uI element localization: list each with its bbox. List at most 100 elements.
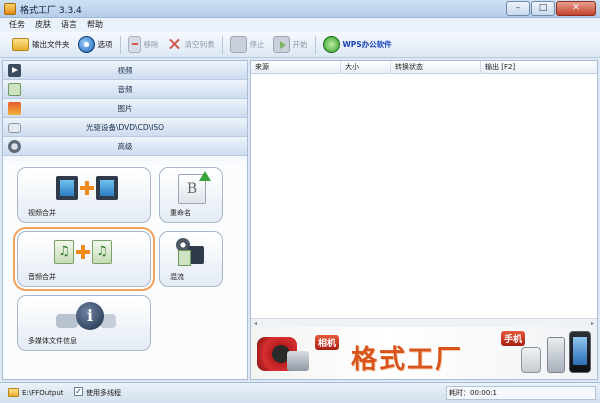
column-status[interactable]: 转换状态	[391, 61, 481, 74]
info-icon: i	[76, 302, 104, 330]
camera-icon	[287, 351, 309, 371]
category-video[interactable]: 视频	[3, 61, 247, 80]
info-art: i	[56, 302, 116, 332]
multithread-label: 使用多线程	[86, 389, 121, 397]
toolbar: 输出文件夹 选项 移除 清空列表 停止 开始 WPS办公软件	[0, 32, 600, 58]
category-disc[interactable]: 光驱设备\DVD\CD\ISO	[3, 118, 247, 137]
scroll-left-icon[interactable]: ◂	[252, 320, 259, 327]
audio-merge-tile[interactable]: ♫ ♫ 音频合并	[13, 227, 155, 291]
mux-label: 混流	[170, 273, 184, 281]
horizontal-scrollbar[interactable]: ◂ ▸	[251, 318, 597, 327]
minimize-button[interactable]: –	[506, 1, 530, 16]
video-icon	[8, 64, 21, 77]
toolbar-divider	[119, 35, 121, 54]
menu-skin[interactable]: 皮肤	[30, 18, 56, 32]
start-button[interactable]: 开始	[269, 34, 312, 56]
stop-label: 停止	[249, 40, 265, 49]
remove-button[interactable]: 移除	[124, 34, 163, 56]
output-path[interactable]: E:\FFOutput	[22, 388, 64, 398]
music-note-icon: ♫	[92, 240, 112, 264]
image-icon	[8, 102, 21, 115]
smartphone-icon	[569, 331, 591, 373]
window-controls: – □ ✕	[506, 1, 596, 16]
wps-button[interactable]: WPS办公软件	[319, 34, 396, 56]
start-icon	[272, 36, 290, 53]
clear-list-button[interactable]: 清空列表	[163, 34, 219, 56]
app-logo-icon	[4, 3, 16, 15]
menu-help[interactable]: 帮助	[82, 18, 108, 32]
category-advanced-label: 高级	[117, 142, 133, 151]
mux-art	[174, 238, 206, 266]
stop-icon	[229, 36, 247, 53]
plus-icon	[80, 181, 94, 195]
camera-icon	[56, 314, 78, 328]
window-title: 格式工厂 3.3.4	[20, 6, 82, 16]
video-merge-label: 视频合并	[28, 209, 56, 217]
task-list-header: 来源 大小 转换状态 输出 [F2]	[251, 61, 597, 74]
maximize-button[interactable]: □	[531, 1, 555, 16]
category-audio-label: 音频	[117, 85, 133, 94]
rename-icon: B	[178, 171, 211, 204]
video-merge-tile[interactable]: 视频合并	[17, 167, 151, 223]
camera-tag: 相机	[315, 335, 340, 350]
scroll-right-icon[interactable]: ▸	[589, 320, 596, 327]
media-info-icon: i	[56, 302, 116, 332]
column-source[interactable]: 来源	[251, 61, 341, 74]
media-player-icon	[521, 347, 541, 373]
category-video-label: 视频	[117, 66, 133, 75]
options-icon	[77, 36, 95, 53]
category-panel: 视频 音频 图片 光驱设备\DVD\CD\ISO 高级 视频合并 B 重命名 ♫…	[2, 60, 248, 380]
advanced-tools-area: 视频合并 B 重命名 ♫ ♫ 音频合并 混流 i 多媒体文件信息	[3, 161, 247, 379]
wps-icon	[322, 36, 340, 53]
audio-icon	[8, 83, 21, 96]
column-size[interactable]: 大小	[341, 61, 391, 74]
title-bar: 格式工厂 3.3.4 – □ ✕	[0, 0, 600, 18]
document-icon: B	[178, 171, 211, 204]
disc-drive-icon	[8, 123, 21, 133]
category-advanced[interactable]: 高级	[3, 137, 247, 156]
output-folder-button[interactable]: 输出文件夹	[8, 34, 74, 56]
wps-label: WPS办公软件	[342, 40, 392, 49]
category-disc-label: 光驱设备\DVD\CD\ISO	[85, 123, 165, 132]
clear-list-label: 清空列表	[184, 40, 215, 49]
music-note-icon	[178, 250, 191, 266]
remove-label: 移除	[143, 40, 159, 49]
music-note-icon: ♫	[54, 240, 74, 264]
close-button[interactable]: ✕	[556, 1, 596, 16]
media-info-tile[interactable]: i 多媒体文件信息	[17, 295, 151, 351]
toolbar-divider	[314, 35, 316, 54]
menu-language[interactable]: 语言	[56, 18, 82, 32]
promo-banner[interactable]: 相机 格式工厂 手机	[251, 327, 597, 379]
folder-icon	[12, 38, 29, 51]
task-list-body[interactable]	[251, 74, 597, 318]
toolbar-divider	[221, 35, 223, 54]
multithread-checkbox[interactable]: ✓	[74, 387, 83, 396]
output-folder-label: 输出文件夹	[32, 40, 70, 49]
film-icon	[56, 176, 78, 200]
rename-tile[interactable]: B 重命名	[159, 167, 223, 223]
plus-icon	[76, 245, 90, 259]
menu-task[interactable]: 任务	[4, 18, 30, 32]
rename-label: 重命名	[170, 209, 191, 217]
film-reel-icon	[8, 140, 21, 153]
options-label: 选项	[97, 40, 113, 49]
options-button[interactable]: 选项	[74, 34, 117, 56]
audio-merge-label: 音频合并	[28, 273, 56, 281]
phone-icon	[547, 337, 565, 373]
elapsed-time: 耗时：00:00:1	[446, 386, 596, 400]
mux-icon	[174, 238, 206, 266]
audio-merge-icon: ♫ ♫	[54, 240, 112, 264]
stop-button[interactable]: 停止	[226, 34, 269, 56]
category-image[interactable]: 图片	[3, 99, 247, 118]
remove-icon	[127, 36, 141, 53]
clear-icon	[167, 37, 182, 52]
category-image-label: 图片	[117, 104, 133, 113]
menu-bar: 任务 皮肤 语言 帮助	[0, 18, 600, 32]
film-icon	[96, 176, 118, 200]
category-audio[interactable]: 音频	[3, 80, 247, 99]
media-info-label: 多媒体文件信息	[28, 337, 77, 345]
banner-title: 格式工厂	[351, 345, 464, 375]
column-output[interactable]: 输出 [F2]	[481, 61, 597, 74]
phone-tag: 手机	[501, 331, 526, 346]
mux-tile[interactable]: 混流	[159, 231, 223, 287]
